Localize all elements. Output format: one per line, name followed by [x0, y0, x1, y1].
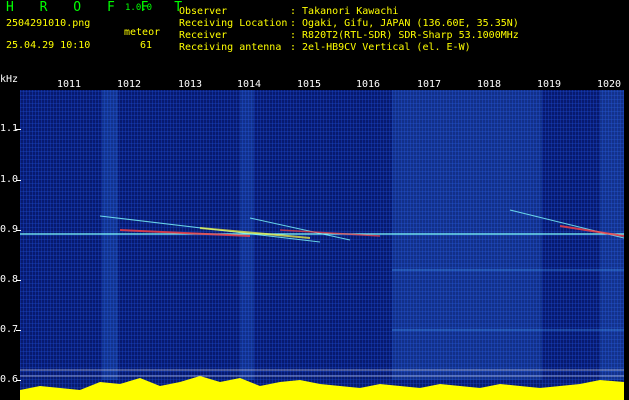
x-tick-label: 1012: [117, 79, 142, 90]
y-tick: [16, 230, 21, 231]
receiver-label: Receiver: [179, 30, 228, 41]
y-tick: [16, 129, 21, 130]
signal-overlay: [20, 209, 624, 400]
observer-label: Observer: [179, 6, 228, 17]
meteor-count: 61: [140, 40, 153, 51]
location-value: : Ogaki, Gifu, JAPAN (136.60E, 35.35N): [290, 18, 519, 29]
x-tick-label: 1018: [477, 79, 502, 90]
y-tick: [16, 380, 21, 381]
x-tick-label: 1015: [297, 79, 322, 90]
x-tick-label: 1011: [57, 79, 82, 90]
capture-datetime: 25.04.29 10:10: [6, 40, 91, 51]
image-filename: 2504291010.png: [6, 18, 91, 29]
x-tick-label: 1020: [597, 79, 622, 90]
y-unit-label: kHz: [0, 74, 19, 85]
location-label: Receiving Location: [179, 18, 288, 29]
x-tick-label: 1016: [356, 79, 381, 90]
meteor-label: meteor: [124, 27, 161, 38]
x-tick-label: 1017: [417, 79, 442, 90]
meteor-echo: [199, 227, 311, 239]
app-logo: H R O F F T: [6, 0, 192, 15]
spectrogram-plot: [20, 90, 624, 400]
y-tick: [16, 330, 21, 331]
signal-level-bar: [20, 376, 624, 400]
receiver-value: : R820T2(RTL-SDR) SDR-Sharp 53.1000MHz: [290, 30, 519, 41]
header-panel: H R O F F T 1.0.0 2504291010.png 25.04.2…: [0, 0, 629, 70]
app-version: 1.0.0: [125, 3, 153, 13]
antenna-value: : 2el-HB9CV Vertical (el. E-W): [290, 42, 471, 53]
y-tick: [16, 180, 21, 181]
antenna-label: Receiving antenna: [179, 42, 282, 53]
x-tick-label: 1013: [178, 79, 203, 90]
observer-value: : Takanori Kawachi: [290, 6, 399, 17]
x-tick-label: 1014: [237, 79, 262, 90]
y-tick: [16, 280, 21, 281]
x-tick-label: 1019: [537, 79, 562, 90]
